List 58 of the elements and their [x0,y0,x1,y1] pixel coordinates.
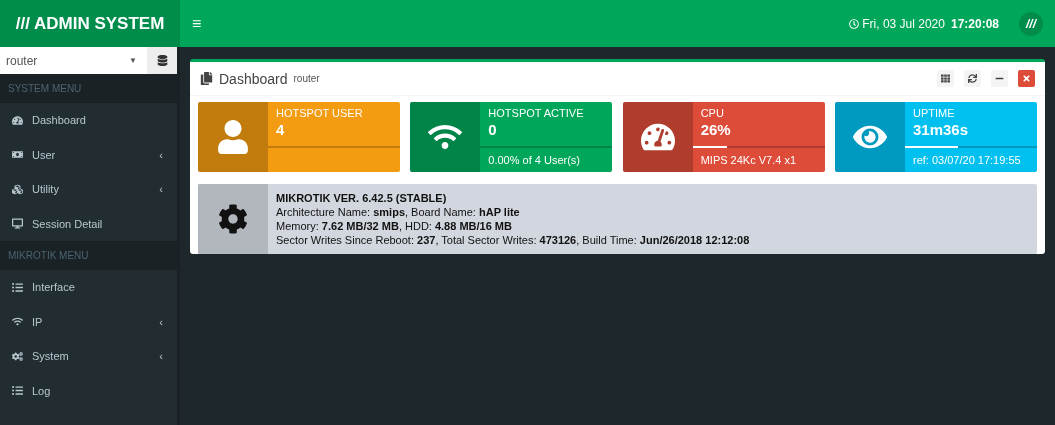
chevron-icon: ‹ [159,350,163,363]
gauge-icon [12,114,23,126]
close-icon [1022,74,1031,83]
header-date: Fri, 03 Jul 2020 [861,16,945,31]
gear-icon [218,204,248,234]
database-button[interactable] [147,47,177,74]
chevron-icon: ‹ [159,315,163,328]
router-select[interactable]: router ▼ [0,47,147,74]
sidebar-item[interactable]: User ‹ [0,137,177,172]
wifi-icon [12,316,23,328]
menu-section-title: MIKROTIK MENU [0,241,177,270]
chevron-icon: ‹ [159,183,163,196]
grid-icon [941,74,950,83]
stat-value: 4 [276,121,286,138]
copy-icon [200,72,213,85]
stat-label: CPU [700,107,725,119]
stat-label: HOTSPOT ACTIVE [488,107,585,119]
cubes-icon [12,183,23,195]
sidebar-item[interactable]: IP ‹ [0,304,177,339]
menu-section-title: SYSTEM MENU [0,74,177,103]
panel-subtitle: router [293,73,320,84]
app-logo: /// ADMIN SYSTEM [0,0,180,47]
info-title: MIKROTIK VER. 6.42.5 (STABLE) [276,192,448,204]
info-line: Sector Writes Since Reboot: 237, Total Sector Writes: 473126, Build Time: Jun/26/2018 12:12:08 [276,234,750,246]
stat-footer: ref: 03/07/20 17:19:55 [913,154,1029,166]
database-icon [156,55,168,66]
refresh-button[interactable] [964,70,981,87]
header-time: 17:20:08 [950,16,999,31]
list-icon [12,385,23,397]
sidebar-item[interactable]: Log [0,373,177,408]
sidebar-item[interactable]: Interface [0,270,177,305]
sidebar-item[interactable]: Utility ‹ [0,172,177,207]
monitor-icon [12,218,23,230]
stat-value: 26% [700,121,732,138]
grid-button[interactable] [937,70,954,87]
chevron-icon: ‹ [159,148,163,161]
stat-label: UPTIME [913,107,956,119]
stat-label: HOTSPOT USER [276,107,364,119]
stat-value: 31m36s [913,121,970,138]
clock-icon [848,18,859,29]
sidebar-item[interactable]: System ‹ [0,339,177,374]
user-icon [216,120,250,154]
list-icon [12,281,23,293]
panel-title: Dashboard [219,70,288,87]
stat-footer: 0.00% of 4 User(s) [488,154,605,166]
stat-value: 0 [488,121,498,138]
info-line: Architecture Name: smips, Board Name: hAP lite [276,206,521,218]
refresh-icon [968,74,977,83]
sidebar-item[interactable]: Session Detail [0,206,177,241]
sidebar-item[interactable]: Dashboard [0,103,177,138]
minimize-button[interactable] [991,70,1008,87]
stat-footer: MIPS 24Kc V7.4 x1 [700,154,817,166]
dropdown-caret-icon: ▼ [129,56,137,65]
close-button[interactable] [1018,70,1035,87]
gears-icon [12,350,23,362]
money-icon [12,149,23,161]
info-line: Memory: 7.62 MB/32 MB, HDD: 4.88 MB/16 MB [276,220,513,232]
user-menu-button[interactable]: /// [1019,11,1043,36]
